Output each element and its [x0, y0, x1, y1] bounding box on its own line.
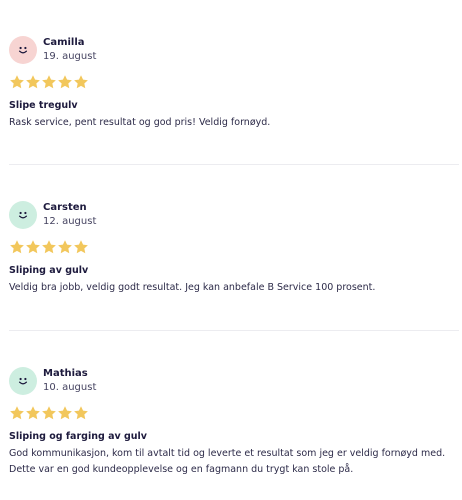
smiley-face-icon [18, 211, 28, 219]
review-text: Veldig bra jobb, veldig godt resultat. J… [9, 282, 376, 293]
divider [9, 164, 459, 165]
star-icon [58, 75, 72, 89]
star-icon [58, 406, 72, 420]
review-text: Rask service, pent resultat og god pris!… [9, 117, 271, 128]
smiley-face-icon [18, 46, 28, 54]
review-title: Sliping og farging av gulv [9, 431, 147, 442]
review-author: Camilla 19. august [9, 34, 96, 66]
star-icon [26, 406, 40, 420]
reviewer-name: Camilla [43, 37, 85, 48]
review-date: 19. august [43, 51, 97, 62]
star-icon [74, 406, 88, 420]
reviewer-name: Carsten [43, 202, 87, 213]
smiley-face-icon [18, 377, 28, 385]
avatar [9, 367, 37, 395]
star-icon [58, 240, 72, 254]
avatar [9, 36, 37, 64]
review-list: Camilla 19. august Slipe tregulv Rask se… [0, 0, 462, 500]
avatar [9, 201, 37, 229]
star-rating [9, 74, 89, 90]
review-date: 12. august [43, 216, 97, 227]
star-icon [42, 240, 56, 254]
review-date: 10. august [43, 382, 97, 393]
star-icon [10, 240, 24, 254]
star-icon [10, 75, 24, 89]
review-title: Slipe tregulv [9, 100, 78, 111]
review-title: Sliping av gulv [9, 265, 89, 276]
review-author: Carsten 12. august [9, 199, 96, 231]
star-icon [74, 75, 88, 89]
star-icon [74, 240, 88, 254]
star-icon [26, 240, 40, 254]
star-icon [42, 75, 56, 89]
star-rating [9, 239, 89, 255]
reviewer-name: Mathias [43, 368, 88, 379]
review-author: Mathias 10. august [9, 365, 96, 397]
divider [9, 330, 459, 331]
star-icon [42, 406, 56, 420]
star-icon [10, 406, 24, 420]
star-icon [26, 75, 40, 89]
star-rating [9, 405, 89, 421]
review-text: God kommunikasjon, kom til avtalt tid og… [9, 448, 446, 475]
